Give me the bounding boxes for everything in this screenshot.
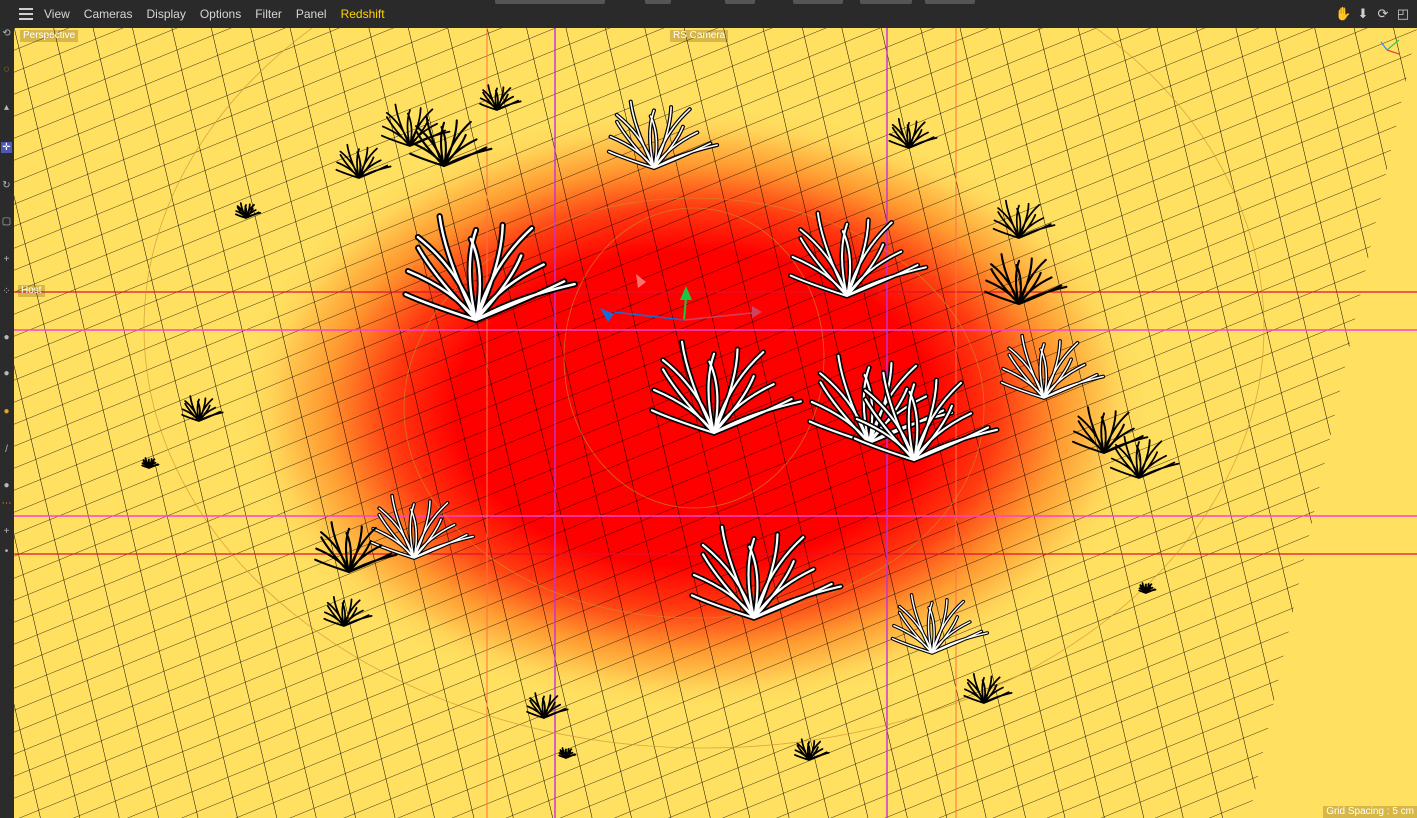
brush-icon[interactable]: ● xyxy=(1,406,12,417)
toolbar-edge xyxy=(495,0,995,4)
camera-label[interactable]: Perspective xyxy=(20,30,79,42)
live-select-icon[interactable]: ◌ xyxy=(1,64,12,75)
scene-render xyxy=(14,28,1417,818)
scale-icon[interactable]: ▢ xyxy=(1,216,12,227)
rotate-icon[interactable]: ↻ xyxy=(1,180,12,191)
menu-display[interactable]: Display xyxy=(146,7,185,21)
viewport-menubar: View Cameras Display Options Filter Pane… xyxy=(0,0,1417,29)
menu-options[interactable]: Options xyxy=(200,7,241,21)
hand-icon[interactable]: ✋ xyxy=(1335,6,1351,22)
weld-icon[interactable]: ⋯ xyxy=(1,498,12,509)
maximize-icon[interactable]: ◰ xyxy=(1395,6,1411,22)
magnet-icon[interactable]: ● xyxy=(1,368,12,379)
host-label: Host xyxy=(18,285,45,297)
menu-cameras[interactable]: Cameras xyxy=(84,7,133,21)
menu-view[interactable]: View xyxy=(44,7,70,21)
grid-spacing-readout: Grid Spacing : 5 cm xyxy=(1323,806,1417,818)
menu-panel[interactable]: Panel xyxy=(296,7,327,21)
axis-icon[interactable]: + xyxy=(1,254,12,265)
transform-icon[interactable]: ⁘ xyxy=(1,286,12,297)
menu-redshift[interactable]: Redshift xyxy=(341,7,385,21)
knife-icon[interactable]: ● xyxy=(1,480,12,491)
point-icon[interactable]: + xyxy=(1,526,12,537)
rs-camera-label[interactable]: RS Camera xyxy=(670,30,729,42)
3d-viewport[interactable]: Perspective RS Camera Host Grid Spacing … xyxy=(14,28,1417,818)
rotate-icon[interactable]: ⟳ xyxy=(1375,6,1391,22)
viewport-nav-icons: ✋ ⬇ ⟳ ◰ xyxy=(1335,6,1411,22)
world-axes-icon xyxy=(1380,39,1400,55)
move-icon[interactable]: ✛ xyxy=(1,142,12,153)
move-down-icon[interactable]: ⬇ xyxy=(1355,6,1371,22)
tool-palette: ⟲ ◌ ▴ ✛ ↻ ▢ + ⁘ ● ● ● / ● ⋯ + • xyxy=(0,28,14,818)
menu-filter[interactable]: Filter xyxy=(255,7,282,21)
undo-icon[interactable]: ⟲ xyxy=(1,28,12,39)
edge-icon[interactable]: • xyxy=(1,546,12,557)
sculpt-icon[interactable]: / xyxy=(1,444,12,455)
hamburger-menu-icon[interactable] xyxy=(19,8,33,20)
select-icon[interactable]: ▴ xyxy=(1,102,12,113)
viewport-menu: View Cameras Display Options Filter Pane… xyxy=(44,0,399,28)
paint-icon[interactable]: ● xyxy=(1,332,12,343)
